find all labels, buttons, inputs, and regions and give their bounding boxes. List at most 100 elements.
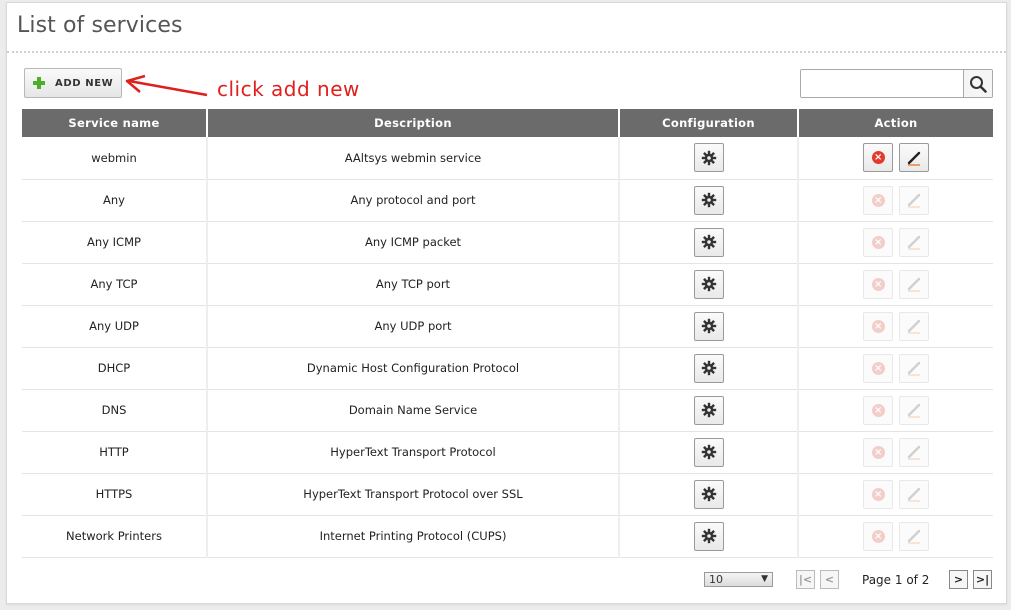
description-cell: HyperText Transport Protocol — [207, 431, 620, 474]
gear-icon — [701, 192, 717, 208]
edit-button[interactable] — [898, 143, 929, 173]
gear-icon — [701, 444, 717, 460]
action-cell: × — [798, 305, 993, 348]
delete-icon: × — [871, 151, 885, 165]
pencil-icon — [906, 234, 922, 250]
last-page-button[interactable]: >| — [973, 570, 992, 589]
pencil-icon — [906, 192, 922, 208]
service-name-cell: HTTP — [22, 431, 208, 474]
table-row: Any Any protocol and port × — [22, 179, 993, 222]
first-page-icon: |< — [798, 573, 813, 586]
delete-icon: × — [871, 361, 885, 375]
delete-button: × — [863, 227, 894, 257]
services-table: Service name Description Configuration A… — [22, 109, 993, 558]
gear-icon — [701, 234, 717, 250]
chevron-down-icon: ▼ — [761, 574, 768, 584]
table-row: webmin AAltsys webmin service × — [22, 137, 993, 180]
action-cell: × — [798, 431, 993, 474]
configure-button[interactable] — [693, 353, 724, 383]
last-page-icon: >| — [975, 573, 990, 586]
column-header-service-name[interactable]: Service name — [22, 109, 208, 137]
configure-button[interactable] — [693, 437, 724, 467]
pencil-icon — [906, 402, 922, 418]
page-size-select[interactable]: 10 ▼ — [704, 572, 773, 587]
service-name-cell: Network Printers — [22, 515, 208, 558]
configure-button[interactable] — [693, 227, 724, 257]
description-cell: Any protocol and port — [207, 179, 620, 222]
pencil-icon — [906, 360, 922, 376]
table-row: HTTPS HyperText Transport Protocol over … — [22, 473, 993, 516]
plus-icon — [33, 77, 45, 89]
configure-button[interactable] — [693, 143, 724, 173]
configure-button[interactable] — [693, 185, 724, 215]
next-page-button[interactable]: > — [949, 570, 968, 589]
delete-icon: × — [871, 277, 885, 291]
service-name-cell: Any — [22, 179, 208, 222]
table-body: webmin AAltsys webmin service × Any Any … — [22, 137, 993, 558]
delete-button: × — [863, 353, 894, 383]
description-cell: Domain Name Service — [207, 389, 620, 432]
delete-icon: × — [871, 445, 885, 459]
gear-icon — [701, 150, 717, 166]
configuration-cell — [619, 347, 799, 390]
description-cell: Any TCP port — [207, 263, 620, 306]
table-row: Network Printers Internet Printing Proto… — [22, 515, 993, 558]
gear-icon — [701, 486, 717, 502]
delete-icon: × — [871, 193, 885, 207]
configuration-cell — [619, 389, 799, 432]
edit-button — [898, 395, 929, 425]
table-row: DHCP Dynamic Host Configuration Protocol… — [22, 347, 993, 390]
action-cell: × — [798, 389, 993, 432]
service-name-cell: Any UDP — [22, 305, 208, 348]
gear-icon — [701, 360, 717, 376]
configure-button[interactable] — [693, 395, 724, 425]
configure-button[interactable] — [693, 269, 724, 299]
delete-icon: × — [871, 487, 885, 501]
pencil-icon — [906, 486, 922, 502]
services-panel: List of services ADD NEW click add new S… — [6, 2, 1007, 604]
pagination: 10 ▼ |< < Page 1 of 2 > >| — [7, 570, 1006, 590]
service-name-cell: DHCP — [22, 347, 208, 390]
search-button[interactable] — [963, 70, 992, 97]
edit-button — [898, 311, 929, 341]
table-row: Any TCP Any TCP port × — [22, 263, 993, 306]
action-cell: × — [798, 347, 993, 390]
configure-button[interactable] — [693, 521, 724, 551]
table-row: Any UDP Any UDP port × — [22, 305, 993, 348]
configure-button[interactable] — [693, 311, 724, 341]
configuration-cell — [619, 305, 799, 348]
first-page-button[interactable]: |< — [796, 570, 815, 589]
service-name-cell: Any ICMP — [22, 221, 208, 264]
description-cell: Internet Printing Protocol (CUPS) — [207, 515, 620, 558]
service-name-cell: webmin — [22, 137, 208, 180]
description-cell: Any UDP port — [207, 305, 620, 348]
delete-button[interactable]: × — [863, 143, 894, 173]
add-new-label: ADD NEW — [55, 77, 114, 89]
pencil-icon — [906, 444, 922, 460]
gear-icon — [701, 318, 717, 334]
delete-icon: × — [871, 529, 885, 543]
search-input[interactable] — [801, 70, 963, 97]
delete-icon: × — [871, 319, 885, 333]
description-cell: AAltsys webmin service — [207, 137, 620, 180]
pencil-icon — [906, 528, 922, 544]
delete-button: × — [863, 521, 894, 551]
prev-page-button[interactable]: < — [820, 570, 839, 589]
action-cell: × — [798, 179, 993, 222]
pencil-icon — [906, 150, 922, 166]
edit-button — [898, 437, 929, 467]
table-row: HTTP HyperText Transport Protocol × — [22, 431, 993, 474]
column-header-configuration: Configuration — [619, 109, 799, 137]
gear-icon — [701, 402, 717, 418]
description-cell: HyperText Transport Protocol over SSL — [207, 473, 620, 516]
column-header-description[interactable]: Description — [207, 109, 620, 137]
configure-button[interactable] — [693, 479, 724, 509]
delete-button: × — [863, 437, 894, 467]
add-new-button[interactable]: ADD NEW — [24, 68, 122, 98]
action-cell: × — [798, 473, 993, 516]
delete-button: × — [863, 185, 894, 215]
delete-button: × — [863, 311, 894, 341]
search-box — [800, 69, 993, 98]
title-divider — [7, 51, 1006, 53]
search-icon — [970, 75, 987, 93]
